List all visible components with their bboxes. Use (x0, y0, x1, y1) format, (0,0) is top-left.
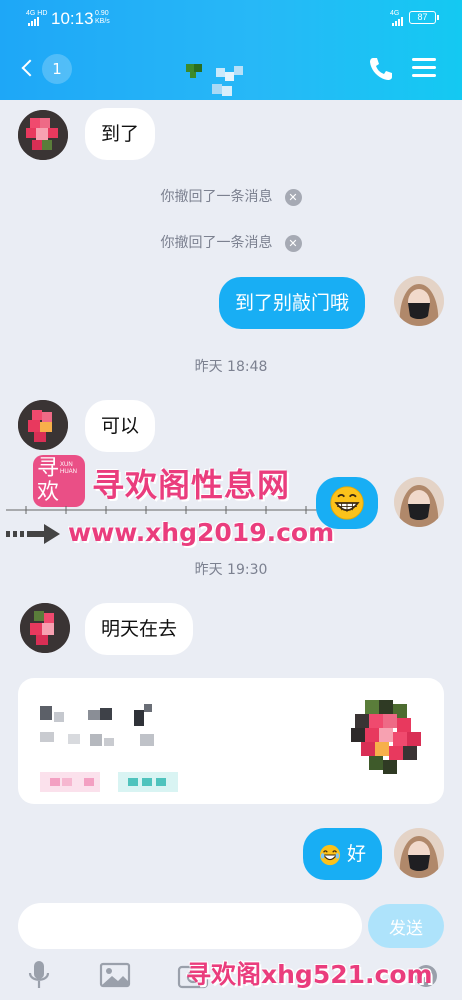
message-bubble-incoming[interactable]: 明天在去 (85, 603, 194, 655)
card-text-mosaic (40, 704, 178, 792)
recall-notice: 你撤回了一条消息 ✕ (0, 232, 462, 252)
contact-avatar[interactable] (18, 400, 68, 450)
image-icon[interactable] (98, 958, 132, 992)
close-icon[interactable]: ✕ (284, 234, 302, 252)
battery-indicator: 87 (409, 11, 439, 24)
shared-contact-card[interactable] (18, 678, 444, 804)
signal-icon (28, 17, 40, 26)
signal-icon-right (392, 17, 404, 26)
network-label-right: 4G (390, 10, 400, 17)
watermark-url: www.xhg2019.com (68, 518, 335, 547)
watermark-bottom: 寻欢阁xhg521.com (186, 960, 433, 989)
chat-header: 4G HD 10:13 0.90 KB/s 4G 87 1 (0, 0, 462, 100)
recall-notice: 你撤回了一条消息 ✕ (0, 186, 462, 206)
arrow-right-icon (6, 524, 60, 544)
contact-avatar[interactable] (18, 110, 68, 160)
unread-count-badge: 1 (42, 54, 72, 84)
chevron-left-icon (21, 59, 39, 77)
clock: 10:13 (51, 9, 94, 28)
message-bubble-incoming[interactable]: 到了 (85, 108, 156, 160)
timestamp: 昨天 19:30 (194, 562, 268, 578)
contact-avatar[interactable] (20, 603, 70, 653)
my-avatar[interactable] (394, 828, 444, 878)
my-avatar[interactable] (394, 276, 444, 326)
send-button[interactable]: 发送 (368, 904, 444, 948)
message-bubble-outgoing[interactable] (316, 477, 378, 529)
grinning-face-icon (330, 486, 364, 520)
watermark-ruler (6, 506, 318, 514)
back-button[interactable]: 1 (18, 54, 74, 84)
timestamp: 昨天 18:48 (194, 359, 268, 375)
phone-icon[interactable] (366, 54, 396, 84)
message-bubble-outgoing[interactable]: 好 (303, 828, 383, 880)
message-input[interactable] (18, 903, 362, 949)
laughing-face-icon (319, 844, 341, 866)
watermark-logo: 寻欢 XUN HUAN (33, 455, 85, 507)
card-avatar-mosaic (351, 700, 421, 774)
message-bubble-incoming[interactable]: 可以 (85, 400, 156, 452)
watermark-title: 寻欢阁性息网 (92, 466, 291, 504)
contact-name-mosaic (186, 64, 243, 96)
menu-icon[interactable] (412, 56, 438, 80)
network-label-left: 4G HD (26, 10, 48, 17)
close-icon[interactable]: ✕ (284, 188, 302, 206)
microphone-icon[interactable] (24, 958, 54, 992)
message-bubble-outgoing[interactable]: 到了别敲门哦 (219, 277, 366, 329)
status-bar: 4G HD 10:13 0.90 KB/s 4G 87 (0, 0, 462, 34)
net-speed: 0.90 KB/s (95, 10, 110, 25)
my-avatar[interactable] (394, 477, 444, 527)
